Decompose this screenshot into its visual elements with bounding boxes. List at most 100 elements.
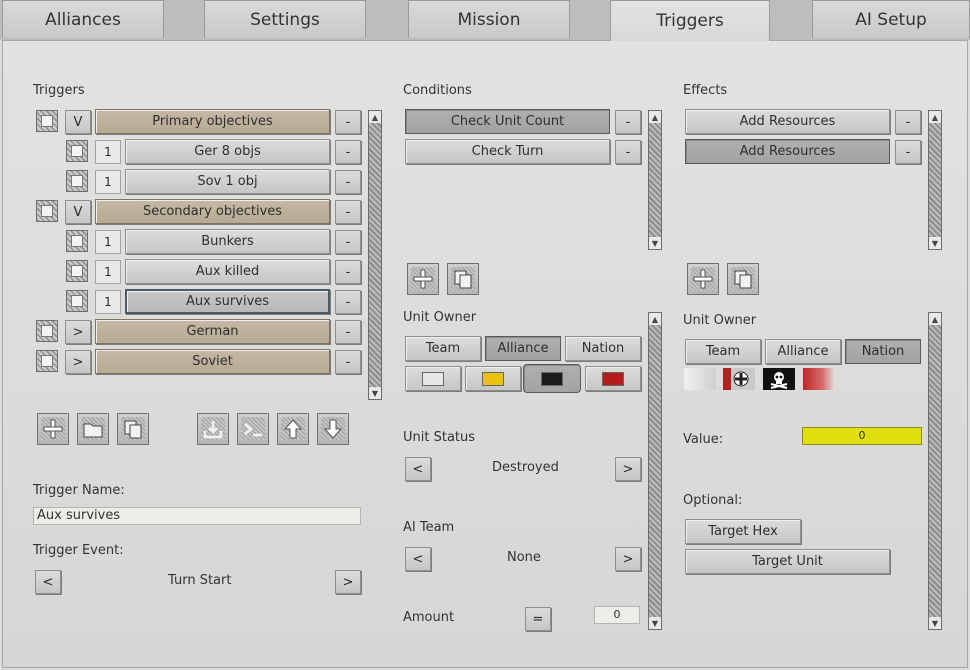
effect-item-selected[interactable]: Add Resources — [685, 139, 890, 164]
trigger-group-secondary[interactable]: Secondary objectives — [95, 199, 330, 224]
ai-team-prev-button[interactable]: < — [405, 547, 431, 571]
amount-input[interactable]: 0 — [594, 606, 640, 624]
scroll-down-icon[interactable]: ▼ — [929, 617, 941, 629]
tab-triggers[interactable]: Triggers — [610, 0, 770, 41]
target-hex-button[interactable]: Target Hex — [685, 519, 801, 544]
duplicate-condition-button[interactable] — [447, 263, 479, 295]
owner-tab-team[interactable]: Team — [405, 336, 481, 361]
remove-effect-button[interactable]: - — [895, 140, 921, 164]
trigger-checkbox[interactable] — [66, 230, 88, 252]
trigger-checkbox[interactable] — [36, 200, 58, 222]
scroll-down-icon[interactable]: ▼ — [649, 617, 661, 629]
ai-team-value: None — [507, 550, 541, 565]
conditions-scrollbar[interactable]: ▲ ▼ — [648, 110, 662, 250]
import-button[interactable] — [197, 413, 229, 445]
expand-toggle[interactable]: V — [65, 110, 91, 134]
scroll-up-icon[interactable]: ▲ — [929, 111, 941, 123]
remove-trigger-button[interactable]: - — [335, 140, 361, 164]
remove-trigger-button[interactable]: - — [335, 350, 361, 374]
nation-flag-german[interactable] — [723, 368, 755, 390]
effect-value-input[interactable]: 0 — [802, 427, 922, 445]
trigger-event-label: Trigger Event: — [33, 543, 124, 558]
remove-trigger-button[interactable]: - — [335, 260, 361, 284]
scroll-up-icon[interactable]: ▲ — [649, 111, 661, 123]
target-unit-button[interactable]: Target Unit — [685, 549, 890, 574]
add-folder-button[interactable] — [77, 413, 109, 445]
owner-tab-alliance[interactable]: Alliance — [765, 339, 841, 364]
trigger-group-primary[interactable]: Primary objectives — [95, 109, 330, 134]
tab-ai-setup[interactable]: AI Setup — [812, 0, 970, 38]
owner-tab-nation[interactable]: Nation — [845, 339, 921, 364]
amount-operator-button[interactable]: = — [525, 607, 551, 631]
effect-item[interactable]: Add Resources — [685, 109, 890, 134]
remove-trigger-button[interactable]: - — [335, 170, 361, 194]
trigger-item[interactable]: Ger 8 objs — [125, 139, 330, 164]
trigger-event-prev-button[interactable]: < — [35, 570, 61, 594]
remove-condition-button[interactable]: - — [615, 140, 641, 164]
expand-toggle[interactable]: > — [65, 350, 91, 374]
effect-unit-owner-label: Unit Owner — [683, 313, 757, 328]
trigger-checkbox[interactable] — [36, 320, 58, 342]
alliance-yellow-button[interactable] — [465, 366, 521, 391]
expand-toggle[interactable]: > — [65, 320, 91, 344]
remove-condition-button[interactable]: - — [615, 110, 641, 134]
trigger-event-next-button[interactable]: > — [335, 570, 361, 594]
scroll-up-icon[interactable]: ▲ — [369, 111, 381, 123]
owner-tab-team[interactable]: Team — [685, 339, 761, 364]
trigger-checkbox[interactable] — [36, 350, 58, 372]
trigger-group-soviet[interactable]: Soviet — [95, 349, 330, 374]
remove-trigger-button[interactable]: - — [335, 200, 361, 224]
alliance-white-button[interactable] — [405, 366, 461, 391]
move-down-button[interactable] — [317, 413, 349, 445]
scroll-down-icon[interactable]: ▼ — [649, 237, 661, 249]
alliance-black-button[interactable] — [523, 364, 581, 393]
script-button[interactable] — [237, 413, 269, 445]
nation-flag-neutral[interactable] — [684, 368, 716, 390]
duplicate-trigger-button[interactable] — [117, 413, 149, 445]
add-effect-button[interactable] — [687, 263, 719, 295]
trigger-item[interactable]: Sov 1 obj — [125, 169, 330, 194]
tab-bar: Alliances Settings Mission Triggers AI S… — [0, 0, 970, 41]
scroll-up-icon[interactable]: ▲ — [649, 313, 661, 325]
remove-trigger-button[interactable]: - — [335, 290, 361, 314]
alliance-red-button[interactable] — [585, 366, 641, 391]
condition-item[interactable]: Check Turn — [405, 139, 610, 164]
effect-details-scrollbar[interactable]: ▲ ▼ — [928, 312, 942, 630]
trigger-item-selected[interactable]: Aux survives — [125, 289, 330, 314]
triggers-scrollbar[interactable]: ▲ ▼ — [368, 110, 382, 400]
condition-details-scrollbar[interactable]: ▲ ▼ — [648, 312, 662, 630]
expand-toggle[interactable]: V — [65, 200, 91, 224]
trigger-group-german[interactable]: German — [95, 319, 330, 344]
trigger-checkbox[interactable] — [66, 290, 88, 312]
remove-trigger-button[interactable]: - — [335, 320, 361, 344]
move-up-button[interactable] — [277, 413, 309, 445]
trigger-checkbox[interactable] — [66, 260, 88, 282]
tab-settings[interactable]: Settings — [204, 0, 366, 38]
unit-status-next-button[interactable]: > — [615, 457, 641, 481]
tab-alliances[interactable]: Alliances — [2, 0, 164, 38]
add-condition-button[interactable] — [407, 263, 439, 295]
add-trigger-button[interactable] — [37, 413, 69, 445]
nation-flag-skull[interactable] — [763, 368, 795, 390]
effects-scrollbar[interactable]: ▲ ▼ — [928, 110, 942, 250]
scroll-up-icon[interactable]: ▲ — [929, 313, 941, 325]
owner-tab-alliance[interactable]: Alliance — [485, 336, 561, 361]
trigger-checkbox[interactable] — [66, 140, 88, 162]
scroll-down-icon[interactable]: ▼ — [369, 387, 381, 399]
owner-tab-nation[interactable]: Nation — [565, 336, 641, 361]
trigger-name-input[interactable]: Aux survives — [33, 507, 361, 525]
trigger-item[interactable]: Aux killed — [125, 259, 330, 284]
nation-flag-soviet[interactable] — [803, 368, 835, 390]
trigger-checkbox[interactable] — [66, 170, 88, 192]
trigger-item[interactable]: Bunkers — [125, 229, 330, 254]
ai-team-next-button[interactable]: > — [615, 547, 641, 571]
unit-status-prev-button[interactable]: < — [405, 457, 431, 481]
remove-trigger-button[interactable]: - — [335, 230, 361, 254]
trigger-checkbox[interactable] — [36, 110, 58, 132]
remove-effect-button[interactable]: - — [895, 110, 921, 134]
tab-mission[interactable]: Mission — [408, 0, 570, 38]
remove-trigger-button[interactable]: - — [335, 110, 361, 134]
scroll-down-icon[interactable]: ▼ — [929, 237, 941, 249]
condition-item[interactable]: Check Unit Count — [405, 109, 610, 134]
duplicate-effect-button[interactable] — [727, 263, 759, 295]
